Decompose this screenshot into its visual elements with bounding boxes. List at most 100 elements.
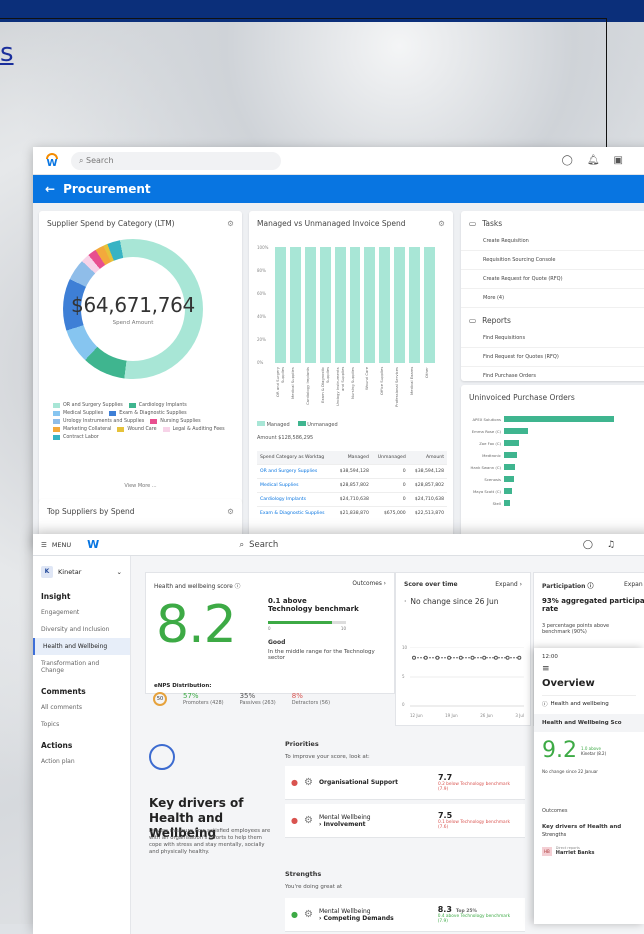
score-point[interactable] bbox=[435, 655, 440, 660]
legend-item[interactable]: Wound Care bbox=[117, 427, 157, 432]
bar-unmanaged[interactable] bbox=[379, 247, 391, 363]
view-more-link[interactable]: View More ... bbox=[39, 483, 242, 489]
sidebar-item[interactable]: Engagement bbox=[33, 604, 130, 621]
workday-logo[interactable]: W bbox=[87, 538, 99, 551]
bar-unmanaged[interactable] bbox=[289, 247, 301, 363]
legend-item[interactable]: Exam & Diagnostic Supplies bbox=[109, 411, 187, 416]
table-header[interactable]: Unmanaged bbox=[371, 451, 409, 465]
driver-sub: › Competing Demands bbox=[318, 914, 394, 922]
settings-icon[interactable]: ⚙ bbox=[438, 219, 445, 228]
bar-unmanaged[interactable] bbox=[304, 247, 316, 363]
tasks-item[interactable]: Requisition Sourcing Console bbox=[461, 251, 644, 270]
legend-item[interactable]: Contract Labor bbox=[53, 435, 99, 440]
inbox-icon[interactable]: ▣ bbox=[614, 155, 623, 166]
bar-unmanaged[interactable] bbox=[424, 247, 435, 363]
table-header[interactable]: Managed bbox=[333, 451, 372, 465]
score-point[interactable] bbox=[470, 655, 475, 660]
person-row[interactable]: HB Direct reports Harriet Banks bbox=[534, 840, 644, 862]
driver-row[interactable]: ● ⚙ Mental Wellbeing › Competing Demands 8.3… bbox=[285, 898, 525, 932]
link-text-fragment[interactable]: s bbox=[0, 38, 14, 68]
hbar-row[interactable]: Hank Swann (C) bbox=[471, 461, 617, 473]
spend-donut-chart[interactable]: $64,671,764 Spend Amount bbox=[63, 239, 203, 379]
driver-score: 7.7 bbox=[437, 773, 453, 782]
hbar-row[interactable]: Maya Scott (C) bbox=[473, 485, 617, 497]
table-header[interactable]: Spend Category as Worktag bbox=[257, 451, 334, 465]
legend-item[interactable]: Legal & Auditing Fees bbox=[162, 427, 225, 432]
score-point[interactable] bbox=[517, 655, 522, 660]
bar-unmanaged[interactable] bbox=[349, 247, 361, 363]
menu-button[interactable]: ☰ MENU bbox=[41, 541, 71, 549]
search-input[interactable]: ⌕ Search bbox=[239, 540, 278, 550]
page-title-bar: ← Procurement bbox=[33, 175, 644, 203]
outcomes-link[interactable]: Outcomes › bbox=[352, 581, 386, 587]
hbar-row[interactable]: Scenosis bbox=[484, 473, 617, 485]
card-title: Top Suppliers by Spend bbox=[47, 507, 135, 516]
bar-unmanaged[interactable] bbox=[364, 247, 376, 363]
legend-item[interactable]: Marketing Collateral bbox=[53, 427, 111, 432]
sidebar-item[interactable]: Health and Wellbeing bbox=[33, 638, 130, 655]
score-point[interactable] bbox=[458, 655, 463, 660]
chat-icon[interactable]: ◯ bbox=[562, 155, 573, 166]
tasks-item[interactable]: Create Request for Quote (RFQ) bbox=[461, 270, 644, 289]
score-point[interactable] bbox=[482, 655, 487, 660]
tasks-item[interactable]: More (4) bbox=[461, 289, 644, 308]
back-arrow-icon[interactable]: ← bbox=[45, 182, 55, 196]
reports-item[interactable]: Find Requisitions bbox=[461, 329, 644, 348]
settings-icon[interactable]: ⚙ bbox=[227, 219, 234, 228]
driver-row[interactable]: ● ⚙ Organisational Support 7.7 0.2 below Tec… bbox=[285, 766, 525, 800]
score-point[interactable] bbox=[447, 655, 452, 660]
expand-link[interactable]: Expan bbox=[624, 581, 643, 588]
tasks-item[interactable]: Create Requisition bbox=[461, 232, 644, 251]
y-tick: 0 bbox=[402, 702, 405, 707]
help-icon[interactable]: ⓘ bbox=[588, 583, 594, 590]
bell-icon[interactable]: ♫ bbox=[607, 540, 615, 550]
overlay-outcomes[interactable]: Outcomes bbox=[534, 774, 644, 814]
bell-icon[interactable]: 🔔︎ bbox=[587, 155, 600, 166]
health-pill[interactable]: ⓘ Health and wellbeing bbox=[542, 695, 636, 708]
table-cell[interactable]: Exam & Diagnostic Supplies bbox=[257, 506, 334, 520]
legend-item[interactable]: Cardiology Implants bbox=[128, 403, 187, 408]
hbar-row[interactable]: Zoe Fox (C) bbox=[479, 437, 617, 449]
table-cell[interactable]: Cardiology Implants bbox=[257, 492, 334, 507]
reports-item[interactable]: Find Request for Quotes (RFQ) bbox=[461, 348, 644, 367]
bar-unmanaged[interactable] bbox=[275, 247, 286, 363]
sidebar-item[interactable]: Action plan bbox=[33, 753, 130, 770]
settings-icon[interactable]: ⚙ bbox=[227, 507, 234, 516]
hbar-row[interactable]: Medtronic bbox=[482, 449, 617, 461]
bar-unmanaged[interactable] bbox=[334, 247, 346, 363]
sidebar-item[interactable]: Transformation and Change bbox=[33, 655, 130, 679]
score-point[interactable] bbox=[493, 655, 498, 660]
hbar-row[interactable]: Emma Rose (C) bbox=[472, 425, 617, 437]
table-header[interactable]: Amount bbox=[408, 451, 447, 465]
sidebar-item[interactable]: All comments bbox=[33, 699, 130, 716]
hbar-row[interactable]: Stell bbox=[493, 497, 617, 509]
x-axis: 12 Jun 19 Jun 26 Jun 3 Jul bbox=[410, 713, 524, 718]
legend-item[interactable]: Nursing Supplies bbox=[150, 419, 201, 424]
score-point[interactable] bbox=[412, 655, 416, 660]
driver-score: 7.5 bbox=[437, 811, 453, 820]
legend-swatch bbox=[53, 419, 60, 424]
help-icon[interactable]: ⓘ bbox=[235, 584, 241, 590]
sidebar-item[interactable]: Diversity and Inclusion bbox=[33, 621, 130, 638]
table-cell[interactable]: Medical Supplies bbox=[257, 478, 334, 493]
benchmark-name: Technology benchmark bbox=[268, 605, 359, 613]
driver-row[interactable]: ● ⚙ Mental Wellbeing › Involvement 7.5 0.1 be… bbox=[285, 804, 525, 838]
score-point[interactable] bbox=[505, 655, 510, 660]
chat-icon[interactable]: ◯ bbox=[583, 540, 593, 550]
hbar-row[interactable]: APEX Solutions bbox=[472, 413, 617, 425]
workday-logo[interactable]: W bbox=[43, 152, 61, 170]
hamburger-icon[interactable]: ≡ bbox=[534, 662, 644, 676]
org-selector[interactable]: K Kinetar ⌄ bbox=[41, 566, 122, 578]
legend-item[interactable]: Urology Instruments and Supplies bbox=[53, 419, 144, 424]
expand-link[interactable]: Expand › bbox=[495, 581, 522, 588]
bar-unmanaged[interactable] bbox=[409, 247, 421, 363]
bar-unmanaged[interactable] bbox=[394, 247, 406, 363]
reports-item[interactable]: Find Purchase Orders bbox=[461, 367, 644, 381]
legend-item[interactable]: OR and Surgery Supplies bbox=[53, 403, 123, 408]
table-cell[interactable]: OR and Surgery Supplies bbox=[257, 464, 334, 479]
legend-item[interactable]: Medical Supplies bbox=[53, 411, 103, 416]
bar-unmanaged[interactable] bbox=[319, 247, 331, 363]
search-input[interactable]: ⌕ Search bbox=[71, 151, 281, 170]
score-point[interactable] bbox=[423, 655, 428, 660]
sidebar-item[interactable]: Topics bbox=[33, 716, 130, 733]
